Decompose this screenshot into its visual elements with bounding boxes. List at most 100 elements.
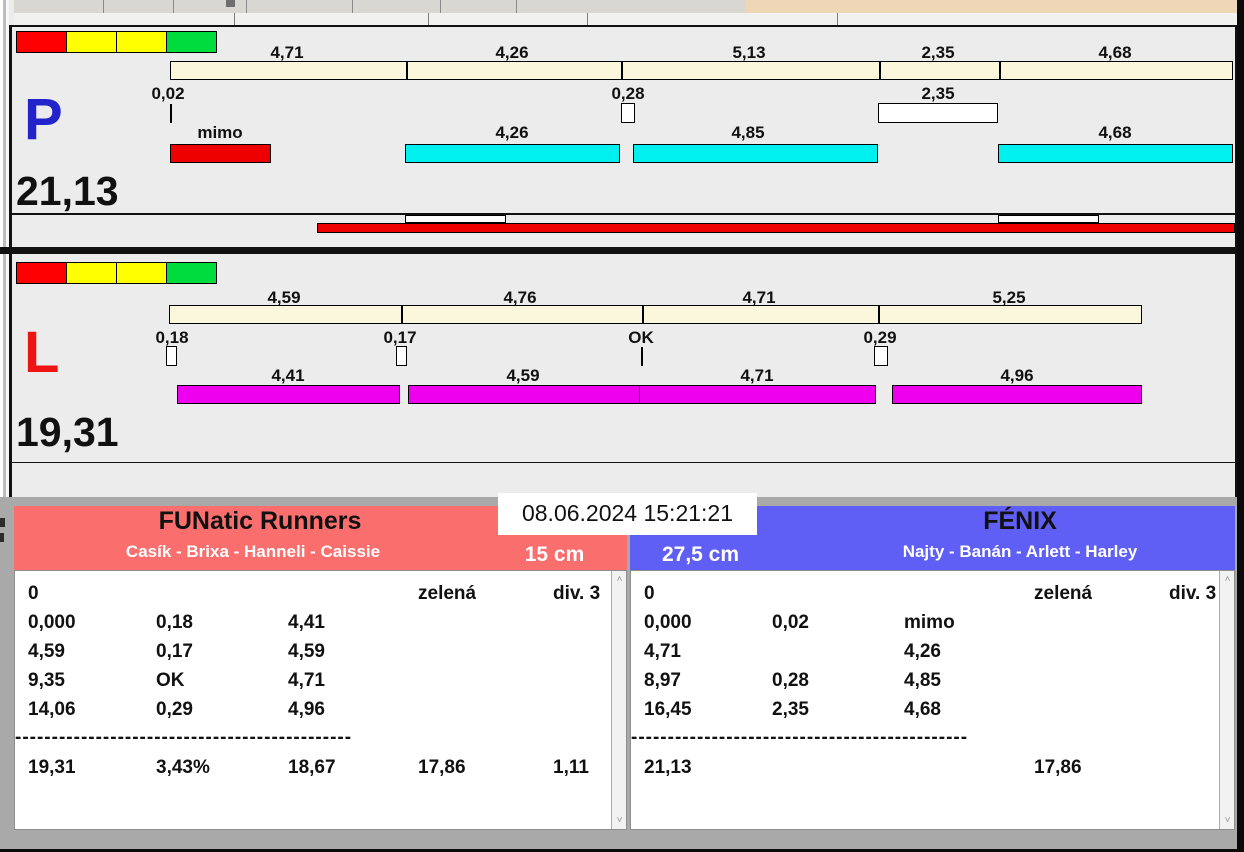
lane-l-letter: L xyxy=(24,320,60,385)
table-totals-row: 21,13 17,86 xyxy=(631,757,1214,781)
cell: 16,45 xyxy=(644,699,692,720)
team-members: Casík - Brixa - Hanneli - Caissie xyxy=(125,542,381,561)
finish-marker-box xyxy=(998,215,1099,223)
split-label: 2,35 xyxy=(921,43,955,62)
table-row: 0 zelená div. 3 xyxy=(15,583,606,607)
team-panel-left: FUNatic Runners Casík - Brixa - Hanneli … xyxy=(14,506,627,830)
cell: 4,68 xyxy=(904,699,941,720)
cell: 17,86 xyxy=(1034,757,1082,778)
cell: 14,06 xyxy=(28,699,76,720)
legend-red-box xyxy=(16,31,67,53)
background-window-fragment xyxy=(0,518,5,527)
scrollbar[interactable]: ˄ ˅ xyxy=(611,571,626,829)
scroll-up-icon[interactable]: ˄ xyxy=(1220,574,1234,585)
jump-height: 15 cm xyxy=(524,543,585,566)
cell: 8,97 xyxy=(644,670,681,691)
fault-label: 0,02 xyxy=(151,84,185,103)
run-label: 4,68 xyxy=(1098,123,1132,142)
scroll-up-icon[interactable]: ˄ xyxy=(612,574,626,585)
table-row: 0 zelená div. 3 xyxy=(631,583,1217,607)
legend-yellow-box xyxy=(66,262,117,284)
split-label: 4,71 xyxy=(270,43,304,62)
run-bar xyxy=(177,385,400,404)
fault-tick xyxy=(641,347,643,366)
cell: 0,28 xyxy=(772,670,809,691)
background-toolbar-fragment xyxy=(14,0,745,14)
legend-red-box xyxy=(16,262,67,284)
run-label: 4,59 xyxy=(506,366,540,385)
lane-p-total: 21,13 xyxy=(16,168,119,214)
legend-green-box xyxy=(166,262,217,284)
table-separator: ----------------------------------------… xyxy=(15,727,353,748)
run-bar xyxy=(633,144,878,163)
table-row: 16,45 2,35 4,68 xyxy=(631,699,1214,723)
cell: 0,18 xyxy=(156,612,193,633)
scrollbar[interactable]: ˄ ˅ xyxy=(1219,571,1234,829)
cell: 0,17 xyxy=(156,641,193,662)
legend-yellow-box xyxy=(116,262,167,284)
ruler-tick xyxy=(234,13,235,25)
run-label: 4,26 xyxy=(495,123,529,142)
cell: zelená xyxy=(418,583,477,604)
scroll-down-icon[interactable]: ˅ xyxy=(1220,815,1234,826)
cell: div. 3 xyxy=(553,583,601,604)
toolbar-separator xyxy=(103,0,104,13)
run-label: 4,71 xyxy=(740,366,774,385)
cell: 0,000 xyxy=(644,612,692,633)
lane-p-letter: P xyxy=(24,87,63,152)
run-label: 4,96 xyxy=(1000,366,1034,385)
fault-marker-box xyxy=(874,346,888,366)
team-name: FUNatic Runners xyxy=(158,507,362,535)
fault-marker-box xyxy=(878,103,998,123)
cell: 1,11 xyxy=(553,757,589,778)
background-window-strip xyxy=(745,0,1237,13)
cell: 4,26 xyxy=(904,641,941,662)
legend-yellow-box xyxy=(66,31,117,53)
fault-label: 0,29 xyxy=(863,328,897,347)
split-divider xyxy=(878,306,880,323)
cell: 3,43% xyxy=(156,757,210,778)
fault-marker-box xyxy=(396,346,407,366)
cell: 2,35 xyxy=(772,699,809,720)
cell: 0 xyxy=(28,583,39,604)
window-edge xyxy=(1237,0,1244,852)
cell: div. 3 xyxy=(1169,583,1217,604)
toolbar-separator xyxy=(173,0,174,13)
finish-line xyxy=(12,462,1235,463)
datetime-display: 08.06.2024 15:21:21 xyxy=(498,493,757,535)
lane-l-panel: L 4,59 4,76 4,71 5,25 0,18 0,17 OK 0,29 … xyxy=(9,254,1237,497)
jump-height: 27,5 cm xyxy=(661,543,740,566)
ruler-tick xyxy=(428,13,429,25)
run-bar xyxy=(405,144,620,163)
cell: 4,59 xyxy=(288,641,325,662)
split-label: 4,68 xyxy=(1098,43,1132,62)
table-row: 9,35 OK 4,71 xyxy=(15,670,606,694)
toolbar-separator xyxy=(352,0,353,13)
table-separator: ----------------------------------------… xyxy=(631,727,969,748)
cell: 4,59 xyxy=(28,641,65,662)
team-panel-right: FÉNIX Najty - Banán - Arlett - Harley 27… xyxy=(630,506,1235,830)
cell: 17,86 xyxy=(418,757,466,778)
table-row: 4,71 4,26 xyxy=(631,641,1214,665)
split-divider xyxy=(999,62,1001,79)
ruler-tick xyxy=(837,13,838,25)
table-row: 4,59 0,17 4,59 xyxy=(15,641,606,665)
fault-marker-box xyxy=(166,346,177,366)
cell: 0,000 xyxy=(28,612,76,633)
run-label: 4,85 xyxy=(731,123,765,142)
lane-divider xyxy=(0,247,1237,254)
toolbar-separator xyxy=(246,0,247,13)
run-label: mimo xyxy=(197,123,243,142)
team-name: FÉNIX xyxy=(983,507,1057,535)
toolbar-separator xyxy=(440,0,441,13)
cell: 0 xyxy=(644,583,655,604)
split-bar xyxy=(169,305,1142,324)
fault-marker-box xyxy=(621,103,635,123)
cell: 9,35 xyxy=(28,670,65,691)
status-legend xyxy=(16,262,217,284)
scroll-down-icon[interactable]: ˅ xyxy=(612,815,626,826)
cell: 4,71 xyxy=(644,641,681,662)
results-table-left: 0 zelená div. 3 0,000 0,18 4,41 4,59 0,1… xyxy=(14,570,627,830)
cell: 0,29 xyxy=(156,699,193,720)
cell: 4,96 xyxy=(288,699,325,720)
